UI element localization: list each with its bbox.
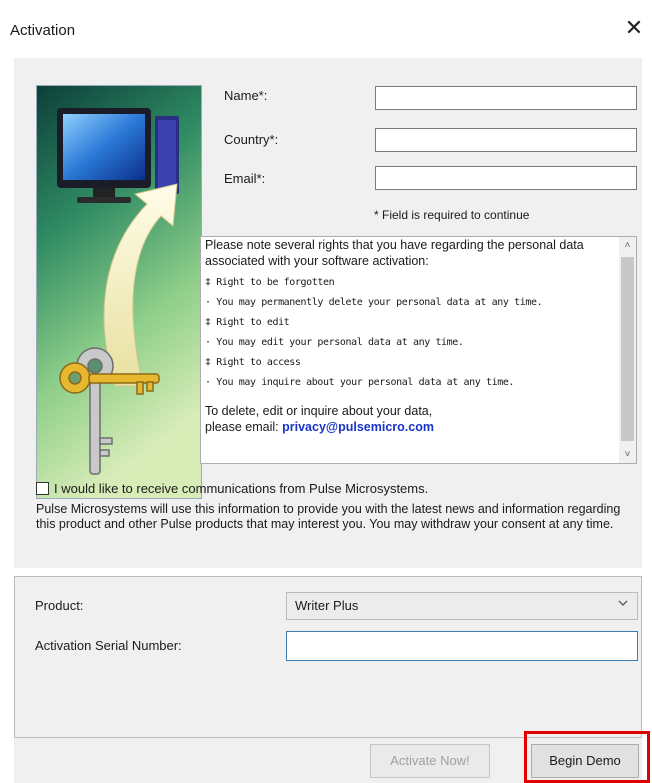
required-note: * Field is required to continue (374, 208, 530, 222)
privacy-notice-box[interactable]: Please note several rights that you have… (200, 236, 637, 464)
country-label: Country*: (224, 132, 279, 147)
begin-demo-highlight (524, 731, 650, 783)
right-desc: · You may edit your personal data at any… (205, 337, 464, 348)
computer-keys-illustration (36, 85, 202, 499)
close-icon[interactable]: ✕ (622, 16, 646, 40)
product-label: Product: (35, 598, 84, 613)
name-field[interactable] (375, 86, 637, 110)
personal-info-panel: Name*: Country*: Email*: * Field is requ… (14, 58, 642, 568)
chevron-down-icon (617, 597, 629, 612)
privacy-email-link[interactable]: privacy@pulsemicro.com (282, 420, 434, 434)
contact-line: To delete, edit or inquire about your da… (205, 404, 433, 418)
country-field[interactable] (375, 128, 637, 152)
activate-now-button[interactable]: Activate Now! (370, 744, 490, 778)
notice-intro: Please note several rights that you have… (205, 238, 584, 268)
product-select[interactable]: Writer Plus (286, 592, 638, 620)
notice-scrollbar[interactable]: ˄ ˅ (619, 237, 636, 463)
right-desc: · You may permanently delete your person… (205, 297, 543, 308)
serial-number-label: Activation Serial Number: (35, 638, 182, 653)
email-field[interactable] (375, 166, 637, 190)
scroll-down-icon[interactable]: ˅ (619, 446, 636, 463)
right-title: ‡ Right to access (205, 357, 301, 368)
communications-checkbox[interactable] (36, 482, 49, 495)
product-select-value: Writer Plus (295, 598, 359, 613)
serial-number-field[interactable] (286, 631, 638, 661)
title-bar: Activation ✕ (0, 0, 652, 58)
consent-text: Pulse Microsystems will use this informa… (36, 502, 621, 531)
scroll-up-icon[interactable]: ˄ (619, 237, 636, 254)
name-label: Name*: (224, 88, 268, 103)
right-title: ‡ Right to be forgotten (205, 277, 335, 288)
scrollbar-thumb[interactable] (621, 257, 634, 441)
contact-line-email: please email: privacy@pulsemicro.com (205, 419, 615, 435)
right-title: ‡ Right to edit (205, 317, 290, 328)
activation-panel: Product: Writer Plus Activation Serial N… (14, 576, 642, 738)
illustration-icon (37, 86, 201, 498)
email-label: Email*: (224, 171, 266, 186)
privacy-notice-text: Please note several rights that you have… (205, 237, 615, 435)
window-title: Activation (10, 22, 76, 39)
right-desc: · You may inquire about your personal da… (205, 377, 515, 388)
communications-checkbox-label[interactable]: I would like to receive communications f… (54, 481, 428, 496)
contact-prefix: please email: (205, 420, 283, 434)
